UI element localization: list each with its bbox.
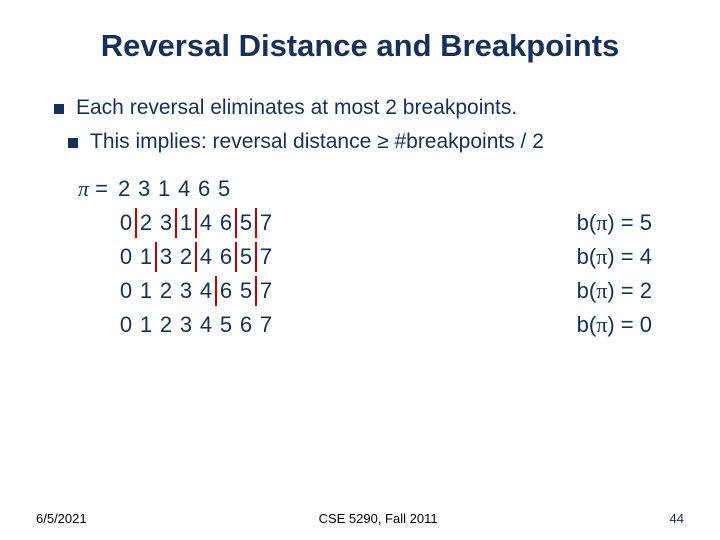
score-column: b(π) = 5b(π) = 4b(π) = 2b(π) = 0 [577, 172, 652, 342]
perm-digit: 7 [256, 206, 276, 240]
perm-digit: 6 [216, 274, 236, 308]
score-row: b(π) = 5 [577, 206, 652, 240]
perm-row: 01234657 [78, 274, 276, 308]
pi-symbol: π [596, 278, 607, 303]
slide-title: Reversal Distance and Breakpoints [40, 28, 680, 64]
score-suffix: ) = [607, 312, 639, 337]
perm-row: 01234567 [78, 308, 276, 342]
perm-digit: 2 [156, 308, 176, 342]
score-prefix: b( [577, 210, 597, 235]
perm-digit: 7 [256, 240, 276, 274]
perm-header: π = 231465 [78, 172, 276, 206]
perm-digit: 5 [236, 274, 256, 308]
score-row: b(π) = 2 [577, 274, 652, 308]
perm-digit: 4 [174, 172, 194, 206]
perm-digit: 4 [196, 274, 216, 308]
perm-digit: 7 [256, 274, 276, 308]
perm-digit: 3 [156, 240, 176, 274]
bullet-item-2: This implies: reversal distance ≥ #break… [68, 130, 680, 154]
perm-digit: 5 [236, 206, 256, 240]
perm-digit: 0 [116, 274, 136, 308]
perm-digit: 2 [114, 172, 134, 206]
score-suffix: ) = [607, 278, 639, 303]
score-value: 4 [640, 244, 652, 269]
perm-digit: 6 [194, 172, 214, 206]
score-value: 5 [640, 210, 652, 235]
score-row: b(π) = 0 [577, 308, 652, 342]
perm-digit: 5 [236, 240, 256, 274]
perm-digit: 4 [196, 240, 216, 274]
perm-digit: 4 [196, 206, 216, 240]
bullet-text-2: This implies: reversal distance ≥ #break… [90, 130, 544, 154]
score-row: b(π) = 4 [577, 240, 652, 274]
slide: Reversal Distance and Breakpoints Each r… [0, 0, 720, 540]
perm-digit: 6 [216, 206, 236, 240]
pi-symbol: π [596, 244, 607, 269]
perm-digit: 3 [176, 308, 196, 342]
bullet-item-1: Each reversal eliminates at most 2 break… [54, 96, 680, 120]
score-prefix: b( [577, 244, 597, 269]
perm-digit: 4 [196, 308, 216, 342]
pi-symbol: π [78, 176, 89, 201]
perm-digit: 6 [236, 308, 256, 342]
score-prefix: b( [577, 278, 597, 303]
perm-digit: 6 [216, 240, 236, 274]
perm-digit: 2 [136, 206, 156, 240]
perm-digit: 0 [116, 308, 136, 342]
content-row: π = 231465 02314657013246570123465701234… [40, 172, 680, 342]
score-prefix: b( [577, 312, 597, 337]
perm-digit: 2 [156, 274, 176, 308]
bullet-square-icon [54, 104, 64, 114]
perm-digit: 1 [136, 274, 156, 308]
footer-course: CSE 5290, Fall 2011 [319, 511, 438, 526]
bullet-list: Each reversal eliminates at most 2 break… [54, 96, 680, 154]
perm-row: 01324657 [78, 240, 276, 274]
pi-symbol: π [596, 312, 607, 337]
perm-digit: 1 [136, 308, 156, 342]
perm-digit: 7 [256, 308, 276, 342]
perm-row: 02314657 [78, 206, 276, 240]
bullet-text-1: Each reversal eliminates at most 2 break… [76, 96, 517, 120]
perm-digit: 5 [216, 308, 236, 342]
score-suffix: ) = [607, 244, 639, 269]
perm-digit: 3 [134, 172, 154, 206]
perm-digit: 5 [214, 172, 234, 206]
perm-digit: 2 [176, 240, 196, 274]
perm-digit: 0 [116, 206, 136, 240]
perm-digit: 0 [116, 240, 136, 274]
score-suffix: ) = [607, 210, 639, 235]
perm-digit: 3 [156, 206, 176, 240]
perm-digit: 3 [176, 274, 196, 308]
perm-digit: 1 [176, 206, 196, 240]
footer: 6/5/2021 CSE 5290, Fall 2011 44 [0, 511, 720, 526]
permutation-column: π = 231465 02314657013246570123465701234… [78, 172, 276, 342]
perm-digit: 1 [154, 172, 174, 206]
pi-symbol: π [596, 210, 607, 235]
bullet-square-icon [68, 138, 78, 148]
footer-date: 6/5/2021 [36, 511, 87, 526]
footer-page: 44 [670, 511, 684, 526]
perm-digit: 1 [136, 240, 156, 274]
score-value: 2 [640, 278, 652, 303]
score-value: 0 [640, 312, 652, 337]
equals: = [89, 176, 114, 201]
